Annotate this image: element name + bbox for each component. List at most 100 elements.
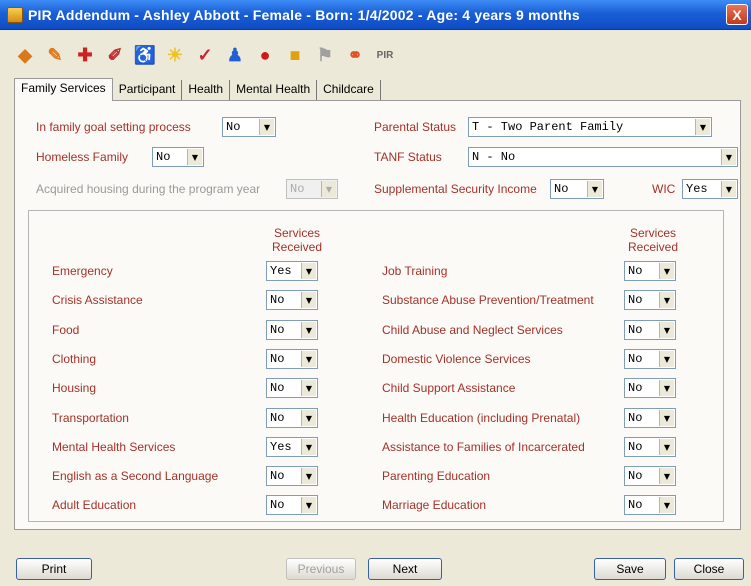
- parental-status-select[interactable]: T - Two Parent Family ▼: [468, 117, 712, 137]
- service-received-select[interactable]: No ▼: [266, 320, 318, 340]
- chevron-down-icon[interactable]: ▼: [659, 292, 674, 308]
- chevron-down-icon[interactable]: ▼: [301, 468, 316, 484]
- goal-setting-select[interactable]: No ▼: [222, 117, 276, 137]
- ssi-select[interactable]: No ▼: [550, 179, 604, 199]
- acquired-housing-select: No ▼: [286, 179, 338, 199]
- chevron-down-icon[interactable]: ▼: [187, 149, 202, 165]
- sun-icon[interactable]: ☀: [160, 42, 190, 68]
- diamond-icon[interactable]: ◆: [10, 42, 40, 68]
- service-received-select[interactable]: No ▼: [624, 290, 676, 310]
- service-received-select[interactable]: No ▼: [624, 261, 676, 281]
- chevron-down-icon[interactable]: ▼: [659, 263, 674, 279]
- chevron-down-icon[interactable]: ▼: [721, 149, 736, 165]
- service-label: Adult Education: [52, 498, 137, 512]
- chevron-down-icon[interactable]: ▼: [301, 322, 316, 338]
- window-close-button[interactable]: X: [726, 4, 748, 25]
- person-icon[interactable]: ♟: [220, 42, 250, 68]
- service-received-value: No: [628, 440, 643, 454]
- save-button[interactable]: Save: [594, 558, 666, 580]
- chevron-down-icon[interactable]: ▼: [659, 410, 674, 426]
- chevron-down-icon[interactable]: ▼: [659, 468, 674, 484]
- chevron-down-icon[interactable]: ▼: [301, 410, 316, 426]
- service-label: Assistance to Families of Incarcerated: [382, 440, 585, 454]
- service-received-select[interactable]: No ▼: [624, 466, 676, 486]
- wheelchair-icon[interactable]: ♿: [130, 42, 160, 68]
- chevron-down-icon[interactable]: ▼: [301, 351, 316, 367]
- chevron-down-icon[interactable]: ▼: [659, 497, 674, 513]
- handshake-icon[interactable]: ⚭: [340, 42, 370, 68]
- pin-icon[interactable]: ✚: [70, 42, 100, 68]
- service-label: Domestic Violence Services: [382, 352, 531, 366]
- signpost-icon[interactable]: ⚑: [310, 42, 340, 68]
- service-received-select[interactable]: No ▼: [266, 408, 318, 428]
- homeless-family-select[interactable]: No ▼: [152, 147, 204, 167]
- service-label: Marriage Education: [382, 498, 487, 512]
- service-received-select[interactable]: No ▼: [624, 320, 676, 340]
- service-received-value: No: [270, 498, 285, 512]
- wic-select[interactable]: Yes ▼: [682, 179, 738, 199]
- service-received-select[interactable]: No ▼: [624, 437, 676, 457]
- check-mark-icon[interactable]: ✓: [190, 42, 220, 68]
- service-received-value: No: [628, 498, 643, 512]
- tanf-status-select[interactable]: N - No ▼: [468, 147, 738, 167]
- previous-button[interactable]: Previous: [286, 558, 356, 580]
- service-received-value: Yes: [270, 264, 292, 278]
- next-button[interactable]: Next: [368, 558, 442, 580]
- service-received-select[interactable]: No ▼: [624, 408, 676, 428]
- service-received-select[interactable]: Yes ▼: [266, 261, 318, 281]
- service-received-value: No: [628, 381, 643, 395]
- tab-mental-health[interactable]: Mental Health: [230, 80, 318, 100]
- service-received-select[interactable]: No ▼: [266, 378, 318, 398]
- service-label: Health Education (including Prenatal): [382, 411, 581, 425]
- chevron-down-icon[interactable]: ▼: [301, 497, 316, 513]
- chevron-down-icon[interactable]: ▼: [659, 439, 674, 455]
- title-bar: PIR Addendum - Ashley Abbott - Female - …: [0, 0, 751, 30]
- chevron-down-icon[interactable]: ▼: [301, 292, 316, 308]
- service-label: Child Support Assistance: [382, 381, 516, 395]
- chevron-down-icon[interactable]: ▼: [659, 380, 674, 396]
- document-pen-icon[interactable]: ✐: [100, 42, 130, 68]
- chevron-down-icon[interactable]: ▼: [259, 119, 274, 135]
- bus-icon[interactable]: ■: [280, 42, 310, 68]
- chevron-down-icon[interactable]: ▼: [659, 351, 674, 367]
- service-label: Housing: [52, 381, 97, 395]
- service-received-select[interactable]: No ▼: [266, 349, 318, 369]
- service-received-select[interactable]: No ▼: [624, 349, 676, 369]
- print-button[interactable]: Print: [16, 558, 92, 580]
- chevron-down-icon[interactable]: ▼: [721, 181, 736, 197]
- app-icon: [7, 6, 23, 23]
- tab-childcare[interactable]: Childcare: [317, 80, 381, 100]
- ssi-label: Supplemental Security Income: [374, 182, 537, 196]
- service-received-select[interactable]: No ▼: [624, 378, 676, 398]
- service-received-value: Yes: [270, 440, 292, 454]
- tab-participant[interactable]: Participant: [112, 80, 183, 100]
- parental-status-label: Parental Status: [374, 120, 457, 134]
- chevron-down-icon[interactable]: ▼: [659, 322, 674, 338]
- chevron-down-icon[interactable]: ▼: [301, 439, 316, 455]
- toolbar: ◆ ✎ ✚ ✐ ♿ ☀ ✓ ♟ ● ■ ⚑ ⚭ PIR: [10, 40, 400, 70]
- chevron-down-icon[interactable]: ▼: [695, 119, 710, 135]
- close-button[interactable]: Close: [674, 558, 744, 580]
- window-title: PIR Addendum - Ashley Abbott - Female - …: [28, 6, 580, 23]
- service-label: Job Training: [382, 264, 448, 278]
- service-received-select[interactable]: No ▼: [266, 290, 318, 310]
- service-received-select[interactable]: No ▼: [266, 466, 318, 486]
- apple-icon[interactable]: ●: [250, 42, 280, 68]
- service-label: Food: [52, 323, 80, 337]
- chevron-down-icon[interactable]: ▼: [301, 380, 316, 396]
- chevron-down-icon[interactable]: ▼: [301, 263, 316, 279]
- service-label: Child Abuse and Neglect Services: [382, 323, 563, 337]
- tab-health[interactable]: Health: [182, 80, 231, 100]
- chevron-down-icon[interactable]: ▼: [587, 181, 602, 197]
- pir-icon[interactable]: PIR: [370, 50, 400, 61]
- service-received-select[interactable]: No ▼: [624, 495, 676, 515]
- service-received-select[interactable]: Yes ▼: [266, 437, 318, 457]
- pencil-icon[interactable]: ✎: [40, 42, 70, 68]
- service-received-value: No: [270, 411, 285, 425]
- service-received-select[interactable]: No ▼: [266, 495, 318, 515]
- service-received-value: No: [628, 264, 643, 278]
- service-received-value: No: [628, 469, 643, 483]
- tab-family-services[interactable]: Family Services: [14, 78, 113, 101]
- service-received-value: No: [270, 323, 285, 337]
- tab-strip: Family Services Participant Health Menta…: [14, 78, 381, 101]
